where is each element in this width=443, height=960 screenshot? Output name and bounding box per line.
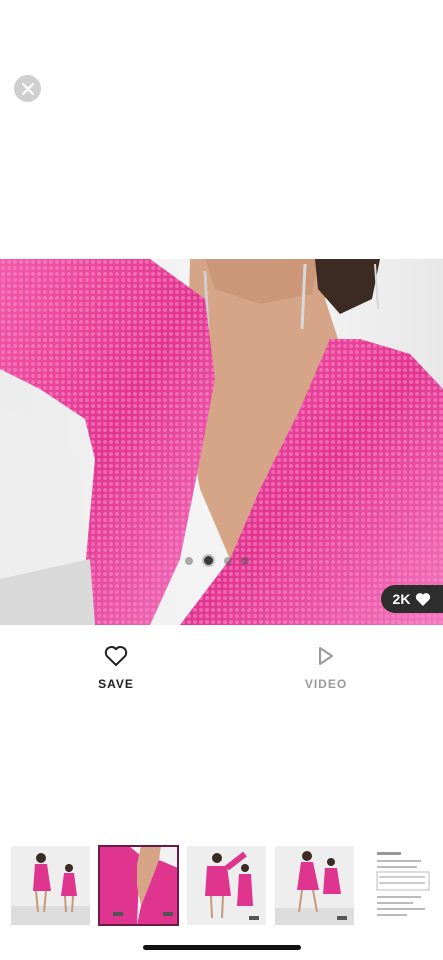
carousel-dot-active[interactable] bbox=[202, 554, 215, 567]
likes-count: 2K bbox=[392, 591, 411, 607]
save-label: SAVE bbox=[98, 677, 134, 691]
close-button[interactable] bbox=[14, 75, 41, 102]
thumbnail-strip bbox=[11, 845, 442, 926]
close-icon bbox=[21, 82, 34, 95]
carousel-dot[interactable] bbox=[224, 556, 232, 565]
video-label: VIDEO bbox=[304, 677, 348, 691]
likes-badge: 2K bbox=[381, 585, 443, 613]
thumbnail-2[interactable] bbox=[98, 845, 179, 926]
carousel-dot[interactable] bbox=[241, 556, 249, 565]
heart-icon bbox=[416, 592, 431, 606]
thumbnail-1[interactable] bbox=[11, 846, 90, 925]
carousel-dot[interactable] bbox=[185, 556, 193, 565]
home-indicator[interactable] bbox=[143, 945, 301, 950]
video-button[interactable]: VIDEO bbox=[298, 645, 354, 691]
carousel-pagination bbox=[185, 554, 249, 567]
play-icon bbox=[319, 647, 333, 665]
heart-outline-icon bbox=[104, 646, 128, 666]
thumbnail-4[interactable] bbox=[275, 846, 354, 925]
thumbnail-5-size-guide[interactable] bbox=[363, 846, 442, 925]
save-button[interactable]: SAVE bbox=[88, 645, 144, 691]
thumbnail-3[interactable] bbox=[187, 846, 266, 925]
product-image[interactable] bbox=[0, 259, 443, 625]
